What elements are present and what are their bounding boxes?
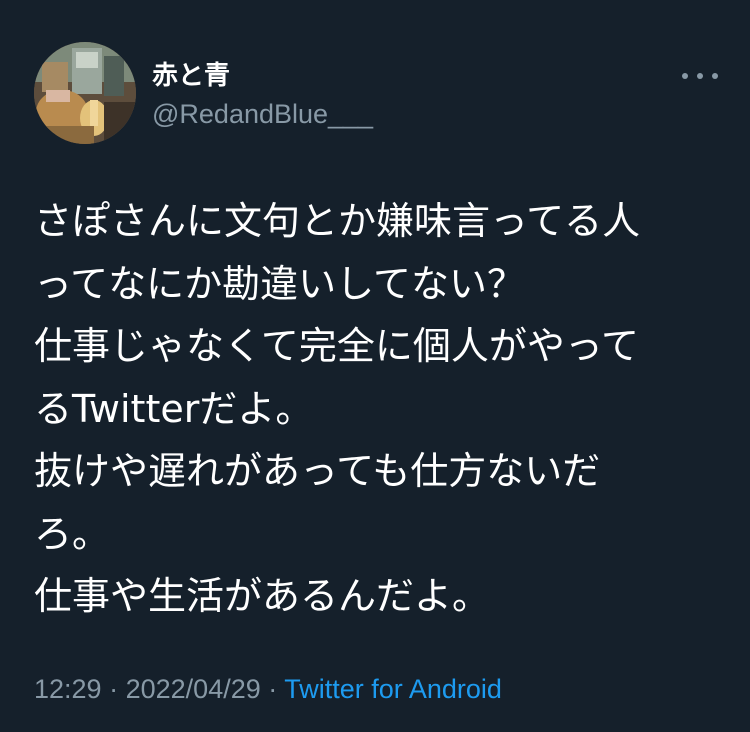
more-horizontal-icon [712,73,718,79]
tweet-text-line: ってなにか勘違いしてない？ [34,261,525,306]
meta-separator: · [109,674,119,704]
tweet-date[interactable]: 2022/04/29 [126,674,261,704]
tweet-text-line: ろ。 [34,511,111,556]
tweet-card: 赤と青 @RedandBlue___ さぽさんに文句とか嫌味言ってる人 ってなに… [0,0,750,732]
avatar[interactable] [34,42,136,144]
tweet-time[interactable]: 12:29 [34,674,102,704]
more-horizontal-icon [697,73,703,79]
tweet-text: さぽさんに文句とか嫌味言ってる人 ってなにか勘違いしてない？ 仕事じゃなくて完全… [34,190,724,628]
tweet-text-line: 仕事や生活があるんだよ。 [34,574,491,618]
tweet-text-line: 抜けや遅れがあっても仕方ないだ [34,449,601,493]
tweet-metadata: 12:29 · 2022/04/29 · Twitter for Android [34,672,502,706]
avatar-photo [34,42,136,144]
user-handle[interactable]: @RedandBlue___ [152,98,373,130]
display-name[interactable]: 赤と青 [152,60,230,92]
tweet-source-link[interactable]: Twitter for Android [284,674,502,704]
meta-separator: · [268,674,278,704]
tweet-text-line: るTwitterだよ。 [34,386,314,431]
more-options-button[interactable] [682,66,718,86]
more-horizontal-icon [682,73,688,79]
tweet-text-line: 仕事じゃなくて完全に個人がやって [34,324,639,368]
tweet-text-line: さぽさんに文句とか嫌味言ってる人 [34,199,641,243]
